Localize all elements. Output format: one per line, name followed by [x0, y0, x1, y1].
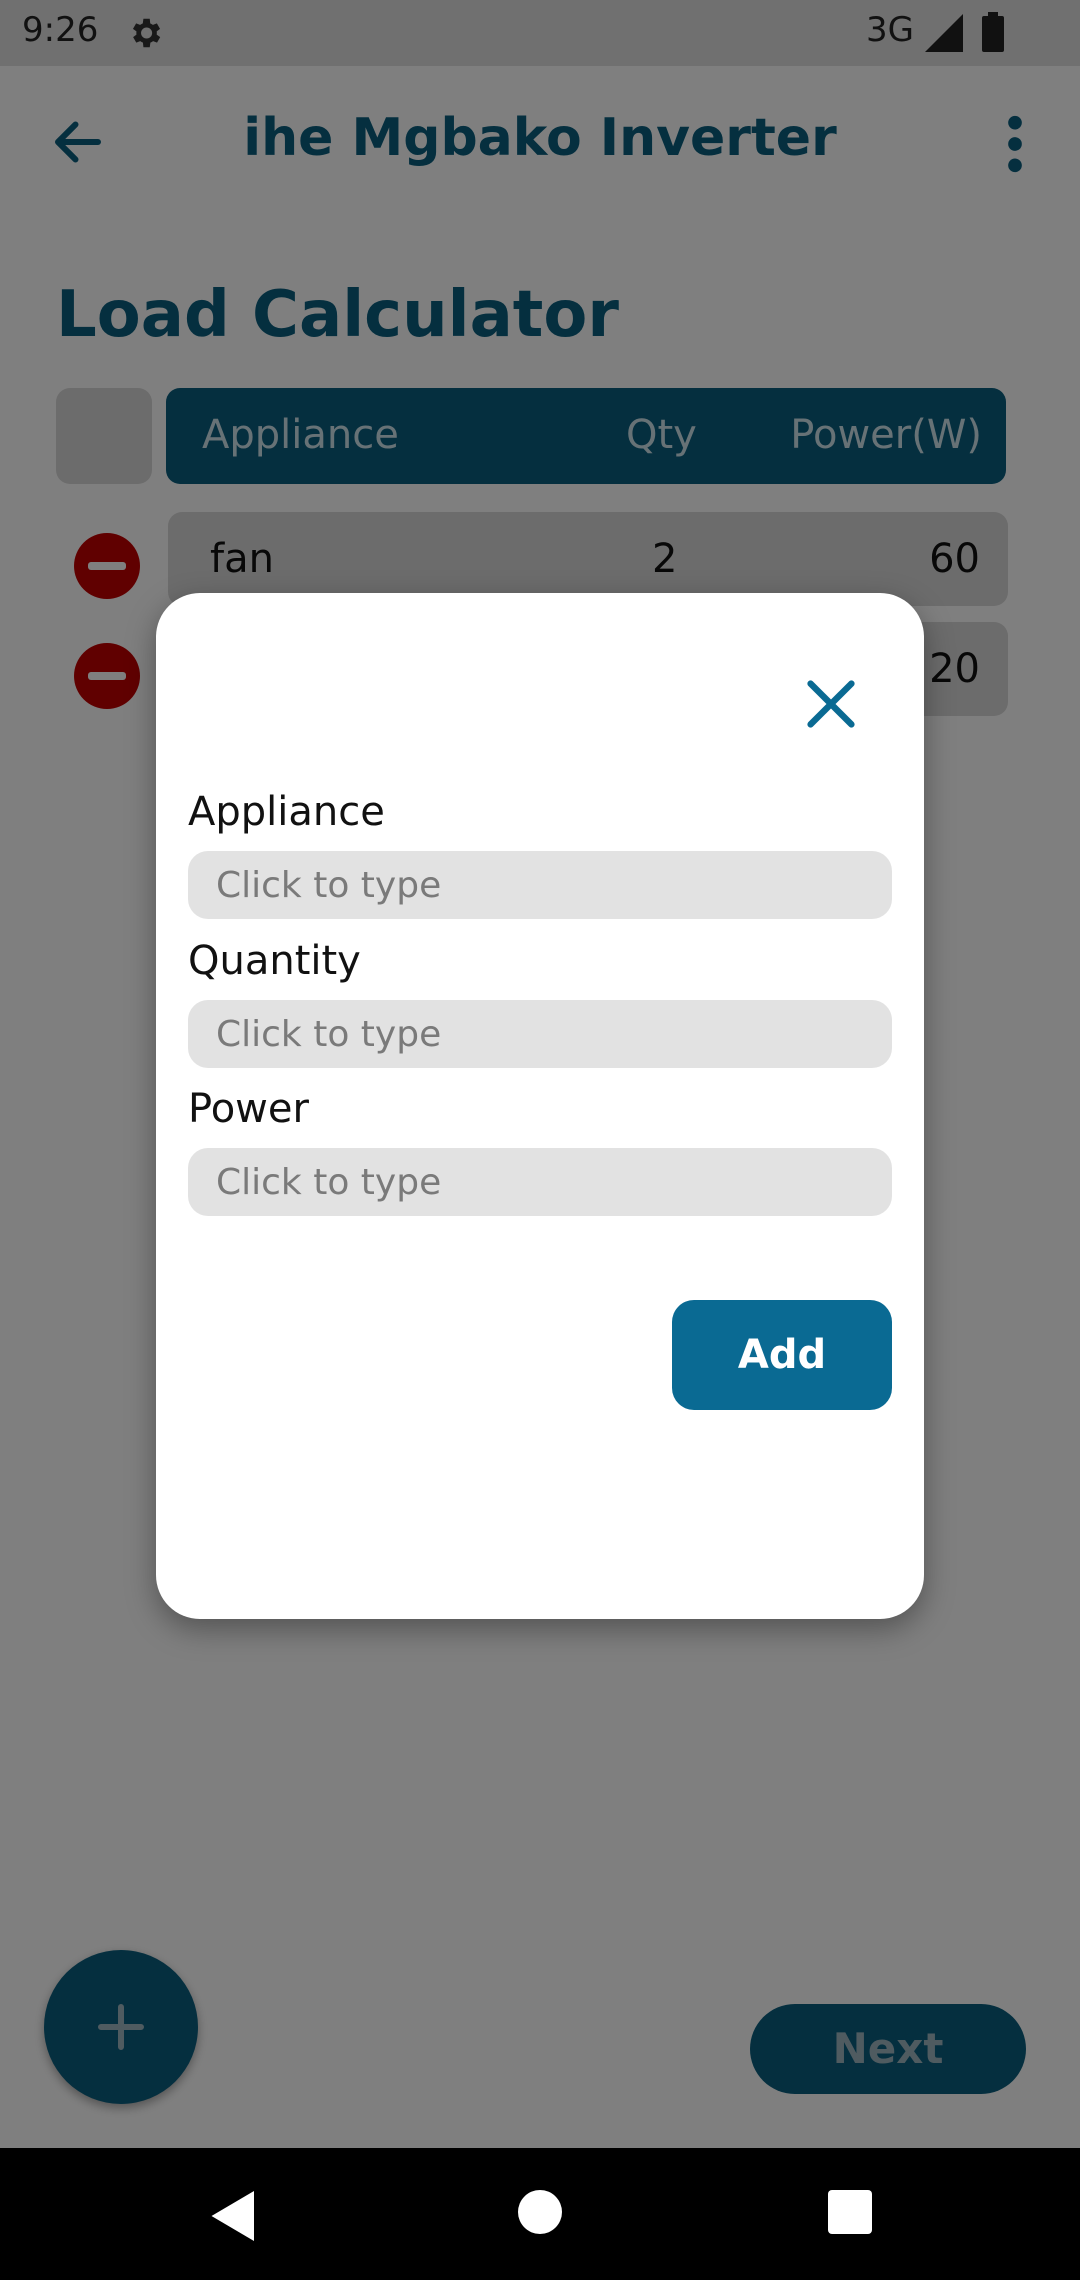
- add-button[interactable]: Add: [672, 1300, 892, 1410]
- nav-back-icon[interactable]: [204, 2186, 264, 2246]
- close-icon[interactable]: [796, 669, 866, 739]
- appliance-label: Appliance: [188, 789, 385, 835]
- power-label: Power: [188, 1086, 309, 1132]
- quantity-input[interactable]: [188, 1000, 892, 1068]
- power-input[interactable]: [188, 1148, 892, 1216]
- quantity-label: Quantity: [188, 938, 361, 984]
- nav-recents-icon[interactable]: [828, 2190, 872, 2234]
- nav-home-icon[interactable]: [518, 2190, 562, 2234]
- appliance-input[interactable]: [188, 851, 892, 919]
- add-appliance-dialog: Appliance Quantity Power Add: [156, 593, 924, 1619]
